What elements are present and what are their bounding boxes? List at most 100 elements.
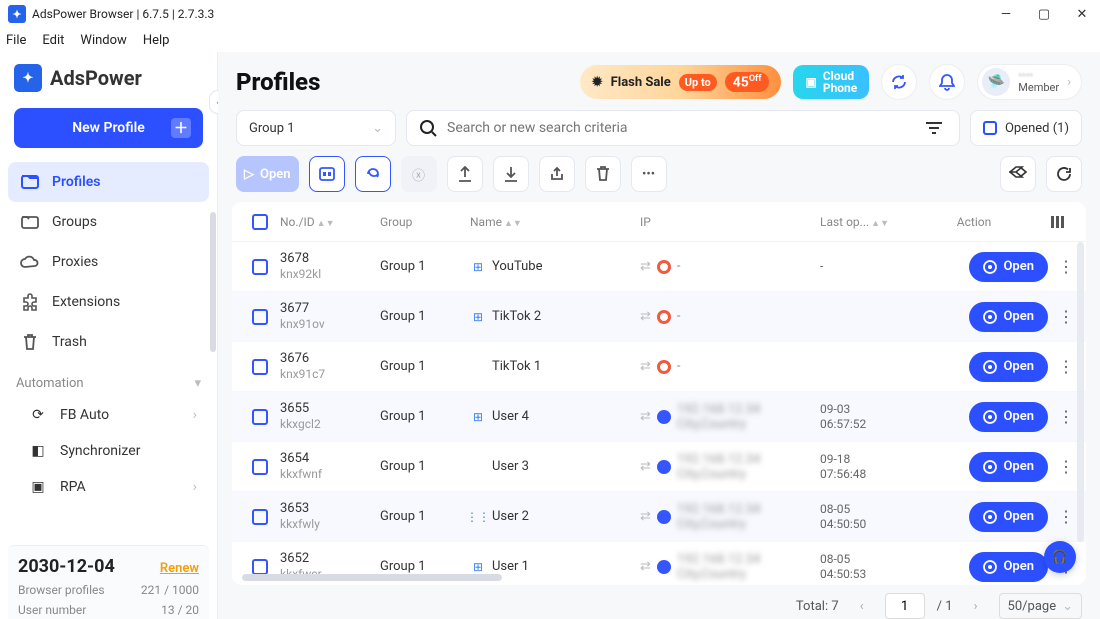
ip-masked: 192.168.12.34City,Country — [677, 502, 760, 532]
plus-icon: ＋ — [171, 118, 191, 138]
table-hscrollbar[interactable] — [242, 574, 502, 581]
row-last: - — [820, 259, 910, 273]
table-row[interactable]: 3678knx92kl Group 1 ⊞YouTube ⇄- - Open ⋮ — [232, 242, 1086, 292]
android-icon: ⋮⋮ — [470, 509, 486, 525]
share-button[interactable] — [539, 156, 575, 192]
import-button[interactable] — [493, 156, 529, 192]
menu-window[interactable]: Window — [80, 33, 126, 48]
row-open-button[interactable]: Open — [969, 552, 1048, 582]
row-no: 3678 — [280, 251, 380, 267]
phone-icon: ▣ — [805, 75, 816, 89]
account-menu[interactable]: 🛸 ••••Member › — [977, 64, 1082, 100]
table-vscrollbar[interactable] — [1077, 242, 1084, 542]
bp-value: 221 / 1000 — [141, 583, 199, 597]
page-next-button[interactable]: › — [965, 593, 987, 619]
nav-profiles[interactable]: Profiles — [8, 162, 209, 202]
col-no[interactable]: No./ID▲▼ — [280, 215, 380, 229]
search-box[interactable] — [406, 110, 960, 146]
open-button[interactable]: ▷Open — [236, 156, 299, 192]
nav-synchronizer[interactable]: ◧Synchronizer — [8, 433, 209, 469]
brand-name: AdsPower — [50, 66, 142, 90]
window-close-button[interactable]: ✕ — [1072, 7, 1092, 22]
row-name: TikTok 2 — [492, 309, 541, 324]
row-checkbox[interactable] — [252, 509, 268, 525]
window-minimize-button[interactable]: — — [996, 7, 1016, 22]
un-label: User number — [18, 603, 86, 617]
refresh-table-button[interactable] — [1046, 156, 1082, 192]
sidebar: ✦ AdsPower New Profile ＋ Profiles Groups… — [0, 52, 218, 619]
tags-button[interactable] — [1000, 156, 1036, 192]
sync-button[interactable] — [881, 64, 917, 100]
nav-fb-auto[interactable]: ⟳FB Auto › — [8, 397, 209, 433]
row-more-button[interactable]: ⋮ — [1054, 407, 1078, 426]
renew-link[interactable]: Renew — [160, 561, 199, 576]
row-open-button[interactable]: Open — [969, 302, 1048, 332]
group-selected: Group 1 — [249, 121, 295, 136]
row-checkbox[interactable] — [252, 409, 268, 425]
col-name[interactable]: Name▲▼ — [470, 215, 640, 229]
menu-edit[interactable]: Edit — [42, 33, 64, 48]
row-group: Group 1 — [380, 259, 470, 274]
row-open-button[interactable]: Open — [969, 452, 1048, 482]
filter-icon[interactable] — [925, 121, 947, 135]
group-select[interactable]: Group 1 ⌄ — [236, 110, 396, 146]
nav-trash[interactable]: Trash — [8, 322, 209, 362]
notifications-button[interactable] — [929, 64, 965, 100]
row-more-button[interactable]: ⋮ — [1054, 307, 1078, 326]
page-input[interactable] — [885, 593, 925, 619]
export-button[interactable] — [447, 156, 483, 192]
col-ip[interactable]: IP — [640, 215, 820, 229]
page-prev-button[interactable]: ‹ — [851, 593, 873, 619]
row-more-button[interactable]: ⋮ — [1054, 357, 1078, 376]
new-profile-button[interactable]: New Profile ＋ — [14, 108, 203, 148]
menu-help[interactable]: Help — [143, 33, 170, 48]
row-checkbox[interactable] — [252, 259, 268, 275]
window-maximize-button[interactable]: ▢ — [1034, 7, 1054, 22]
row-open-button[interactable]: Open — [969, 402, 1048, 432]
row-open-button[interactable]: Open — [969, 352, 1048, 382]
search-input[interactable] — [447, 120, 915, 136]
row-open-button[interactable]: Open — [969, 252, 1048, 282]
page-size-select[interactable]: 50/page⌄ — [999, 593, 1082, 619]
ip-value: - — [677, 259, 681, 274]
row-checkbox[interactable] — [252, 359, 268, 375]
cloud-phone-button[interactable]: ▣ CloudPhone — [793, 65, 869, 99]
col-group[interactable]: Group — [380, 215, 470, 229]
table-row[interactable]: 3677knx91ov Group 1 ⊞TikTok 2 ⇄- Open ⋮ — [232, 292, 1086, 342]
row-more-button[interactable]: ⋮ — [1054, 257, 1078, 276]
more-button[interactable]: ••• — [631, 156, 667, 192]
toolbar: ▷Open ⓧ ••• — [218, 156, 1100, 202]
row-checkbox[interactable] — [252, 459, 268, 475]
nav-rpa[interactable]: ▣RPA › — [8, 469, 209, 505]
opened-filter[interactable]: Opened (1) — [970, 110, 1082, 146]
row-checkbox[interactable] — [252, 559, 268, 575]
table-row[interactable]: 3653kkxfwly Group 1 ⋮⋮User 2 ⇄192.168.12… — [232, 492, 1086, 542]
reload-button[interactable] — [355, 156, 391, 192]
batch-button[interactable] — [309, 156, 345, 192]
row-checkbox[interactable] — [252, 309, 268, 325]
nav-proxies[interactable]: Proxies — [8, 242, 209, 282]
app-badge-icon: ✦ — [8, 5, 26, 23]
nav-groups[interactable]: Groups — [8, 202, 209, 242]
swap-icon: ⇄ — [640, 259, 651, 274]
row-more-button[interactable]: ⋮ — [1054, 457, 1078, 476]
row-more-button[interactable]: ⋮ — [1054, 507, 1078, 526]
table-row[interactable]: 3676knx91c7 Group 1 TikTok 1 ⇄- Open ⋮ — [232, 342, 1086, 392]
section-automation[interactable]: Automation ▾ — [0, 362, 217, 397]
delete-button[interactable] — [585, 156, 621, 192]
columns-picker-button[interactable] — [1038, 215, 1078, 229]
table-row[interactable]: 3655kkxgcl2 Group 1 ⊞User 4 ⇄192.168.12.… — [232, 392, 1086, 442]
flash-sale-banner[interactable]: ✹ Flash Sale Up to 45Off — [580, 65, 782, 99]
table-row[interactable]: 3654kkxfwnf Group 1 User 3 ⇄192.168.12.3… — [232, 442, 1086, 492]
nav-extensions[interactable]: Extensions — [8, 282, 209, 322]
sidebar-scrollbar[interactable] — [210, 212, 216, 352]
ip-warn-icon — [657, 260, 671, 274]
row-last: 08-0504:50:53 — [820, 552, 910, 581]
select-all-checkbox[interactable] — [252, 214, 268, 230]
nav-label: Groups — [52, 214, 97, 230]
row-open-button[interactable]: Open — [969, 502, 1048, 532]
col-last[interactable]: Last op...▲▼ — [820, 215, 910, 229]
menu-file[interactable]: File — [6, 33, 26, 48]
help-fab[interactable]: 🎧 — [1044, 541, 1076, 573]
clear-button[interactable]: ⓧ — [401, 156, 437, 192]
